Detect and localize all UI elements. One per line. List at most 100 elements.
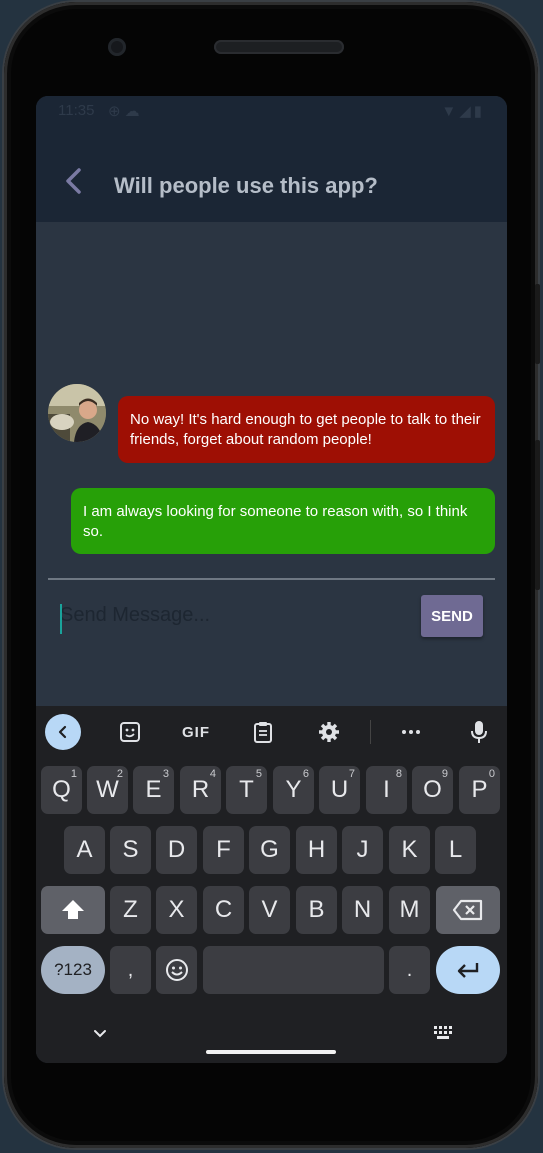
chevron-left-icon <box>58 725 67 739</box>
symbols-key[interactable]: ?123 <box>41 946 105 994</box>
mic-button[interactable] <box>461 714 497 750</box>
key-t[interactable]: T5 <box>226 766 267 814</box>
key-u[interactable]: U7 <box>319 766 360 814</box>
keyboard-toolbar: GIF <box>36 706 507 756</box>
key-hint: 6 <box>302 768 309 780</box>
wifi-icon: ▼ <box>441 103 460 120</box>
message-list: No way! It's hard enough to get people t… <box>36 222 507 706</box>
page-title: Will people use this app? <box>114 173 378 198</box>
key-label: U <box>330 776 349 803</box>
chevron-down-icon <box>94 1030 106 1038</box>
hide-keyboard-button[interactable] <box>92 1026 108 1042</box>
key-hint: 0 <box>488 768 495 780</box>
enter-icon <box>457 963 479 978</box>
key-o[interactable]: O9 <box>412 766 453 814</box>
chevron-left-icon <box>66 168 81 194</box>
space-key[interactable] <box>203 946 384 994</box>
clipboard-button[interactable] <box>245 714 281 750</box>
key-label: I <box>383 776 390 803</box>
earpiece-speaker <box>214 40 344 54</box>
key-p[interactable]: P0 <box>459 766 500 814</box>
key-hint: 4 <box>209 768 216 780</box>
key-c[interactable]: C <box>203 886 244 934</box>
key-r[interactable]: R4 <box>180 766 221 814</box>
key-x[interactable]: X <box>156 886 197 934</box>
enter-key[interactable] <box>436 946 500 994</box>
key-e[interactable]: E3 <box>133 766 174 814</box>
key-d[interactable]: D <box>156 826 197 874</box>
shift-icon <box>62 900 84 919</box>
keyboard-icon <box>434 1026 452 1039</box>
key-y[interactable]: Y6 <box>273 766 314 814</box>
key-n[interactable]: N <box>342 886 383 934</box>
gear-icon <box>319 722 339 742</box>
message-bubble-received: No way! It's hard enough to get people t… <box>118 396 495 463</box>
sticker-button[interactable] <box>112 714 148 750</box>
clipboard-icon <box>254 722 272 743</box>
app-bar: Will people use this app? <box>36 126 507 222</box>
key-label: Q <box>52 776 71 803</box>
text-cursor <box>60 604 62 634</box>
key-label: P <box>471 776 488 803</box>
key-b[interactable]: B <box>296 886 337 934</box>
battery-icon: ▮ <box>473 103 485 120</box>
user-photo <box>48 384 106 442</box>
key-hint: 3 <box>162 768 169 780</box>
key-h[interactable]: H <box>296 826 337 874</box>
key-label: Y <box>285 776 302 803</box>
mic-icon <box>471 721 487 743</box>
status-time: 11:35 <box>58 102 95 119</box>
key-m[interactable]: M <box>389 886 430 934</box>
avatar[interactable] <box>48 384 106 442</box>
more-button[interactable] <box>393 714 429 750</box>
backspace-key[interactable] <box>436 886 500 934</box>
more-icon <box>402 730 420 734</box>
message-bubble-sent: I am always looking for someone to reaso… <box>71 488 495 554</box>
cloud-icon: ☁ <box>124 103 144 120</box>
front-camera <box>108 38 126 56</box>
signal-icon: ◢ <box>459 103 474 120</box>
key-hint: 8 <box>395 768 402 780</box>
status-bar: 11:35 ⊕☁ ▼◢▮ <box>36 96 507 126</box>
keyboard: G I F Q 1 W 2 E 3 R 4 T 5 Y 6 U 7 I 8 O 9 … <box>36 706 507 1063</box>
key-a[interactable]: A <box>64 826 105 874</box>
collapse-button[interactable] <box>45 714 81 750</box>
toolbar-separator <box>370 720 371 744</box>
key-j[interactable]: J <box>342 826 383 874</box>
key-i[interactable]: I8 <box>366 766 407 814</box>
status-left-icons: ⊕☁ <box>108 102 144 120</box>
key-l[interactable]: L <box>435 826 476 874</box>
volume-button <box>535 440 540 590</box>
key-v[interactable]: V <box>249 886 290 934</box>
key-s[interactable]: S <box>110 826 151 874</box>
key-z[interactable]: Z <box>110 886 151 934</box>
settings-button[interactable] <box>311 714 347 750</box>
key-q[interactable]: Q1 <box>41 766 82 814</box>
keyboard-switch-button[interactable] <box>434 1026 452 1040</box>
vpn-icon: ⊕ <box>108 103 125 120</box>
gif-button[interactable]: GIF <box>178 714 214 750</box>
key-w[interactable]: W2 <box>87 766 128 814</box>
screen: 11:35 ⊕☁ ▼◢▮ Will people use this app? N… <box>36 96 507 1063</box>
send-button[interactable]: SEND <box>421 595 483 637</box>
power-button <box>535 284 540 364</box>
phone-frame: 11:35 ⊕☁ ▼◢▮ Will people use this app? N… <box>4 2 540 1148</box>
home-gesture-bar[interactable] <box>206 1050 336 1054</box>
shift-key[interactable] <box>41 886 105 934</box>
comma-key[interactable]: , <box>110 946 151 994</box>
period-key[interactable]: . <box>389 946 430 994</box>
key-hint: 5 <box>255 768 262 780</box>
key-hint: 1 <box>70 768 77 780</box>
backspace-icon <box>452 899 483 921</box>
message-input[interactable]: Send Message... <box>60 604 420 634</box>
emoji-key[interactable] <box>156 946 197 994</box>
key-label: T <box>239 776 254 803</box>
key-label: W <box>96 776 119 803</box>
key-hint: 7 <box>348 768 355 780</box>
key-g[interactable]: G <box>249 826 290 874</box>
key-k[interactable]: K <box>389 826 430 874</box>
back-button[interactable] <box>62 166 86 196</box>
key-f[interactable]: F <box>203 826 244 874</box>
key-label: R <box>191 776 210 803</box>
key-label: E <box>145 776 162 803</box>
